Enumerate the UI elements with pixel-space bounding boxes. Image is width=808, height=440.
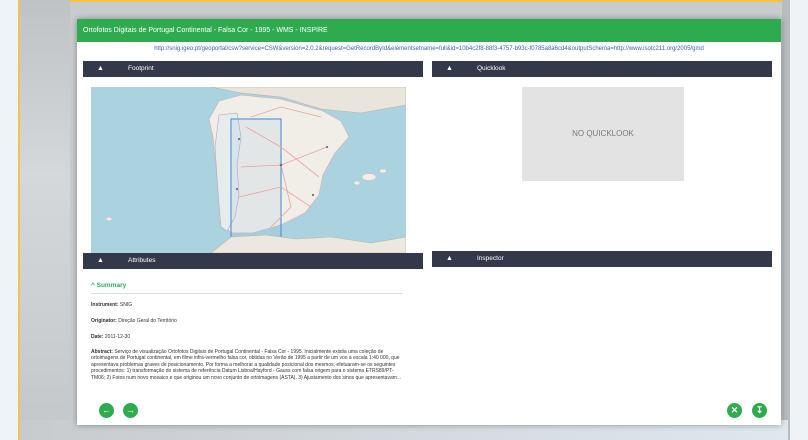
quicklook-panel-title: Quicklook bbox=[477, 65, 506, 72]
originator-value: Direção Geral do Território bbox=[118, 318, 177, 324]
next-button[interactable]: → bbox=[123, 403, 138, 418]
metadata-modal: Ortofotos Digitais de Portugal Continent… bbox=[77, 19, 781, 425]
inspector-panel-title: Inspector bbox=[477, 255, 504, 262]
chevron-up-icon: ▲ bbox=[446, 65, 453, 72]
abstract-row: Abstract: Serviço de visualização Ortofo… bbox=[91, 349, 403, 381]
summary-title: Summary bbox=[96, 282, 127, 289]
previous-button[interactable]: ← bbox=[99, 403, 114, 418]
metadata-url-link[interactable]: http://snig.igeo.pt/geoportal/csw?servic… bbox=[77, 44, 781, 54]
chevron-up-icon: ▲ bbox=[97, 257, 104, 264]
modal-title: Ortofotos Digitais de Portugal Continent… bbox=[83, 27, 328, 34]
abstract-text: Serviço de visualização Ortofotos Digita… bbox=[91, 349, 402, 381]
quicklook-placeholder: NO QUICKLOOK bbox=[522, 87, 684, 181]
attributes-content: ^ Summary Instrument: SNIG Originator: D… bbox=[91, 269, 411, 391]
originator-row: Originator: Direção Geral do Território bbox=[91, 318, 177, 324]
instrument-row: Instrument: SNIG bbox=[91, 302, 132, 308]
attributes-panel-title: Attributes bbox=[128, 257, 156, 264]
attributes-panel-header[interactable]: ▲ Attributes bbox=[83, 253, 423, 269]
footprint-map[interactable] bbox=[91, 87, 406, 253]
date-value: 2011-12-30 bbox=[104, 334, 131, 340]
inspector-panel-header[interactable]: ▲ Inspector bbox=[432, 251, 772, 267]
chevron-up-icon: ▲ bbox=[446, 255, 453, 262]
date-label: Date: bbox=[91, 334, 104, 340]
quicklook-panel-header[interactable]: ▲ Quicklook bbox=[432, 61, 772, 77]
arrow-right-icon: → bbox=[126, 405, 135, 415]
background-map-left bbox=[20, 0, 70, 440]
date-row: Date: 2011-12-30 bbox=[91, 334, 130, 340]
arrow-left-icon: ← bbox=[102, 405, 111, 415]
footprint-panel-header[interactable]: ▲ Footprint bbox=[83, 61, 423, 77]
chevron-up-icon: ▲ bbox=[97, 65, 104, 72]
footprint-panel-title: Footprint bbox=[128, 65, 154, 72]
modal-header: Ortofotos Digitais de Portugal Continent… bbox=[77, 19, 781, 42]
close-icon: ✕ bbox=[730, 405, 739, 415]
download-button[interactable]: ↧ bbox=[752, 403, 767, 418]
abstract-label: Abstract: bbox=[91, 349, 113, 355]
download-icon: ↧ bbox=[755, 405, 764, 415]
close-button[interactable]: ✕ bbox=[727, 403, 742, 418]
instrument-label: Instrument: bbox=[91, 302, 119, 308]
chevron-up-icon: ^ bbox=[91, 282, 95, 289]
instrument-value: SNIG bbox=[119, 302, 133, 308]
divider bbox=[91, 293, 403, 294]
background-map-right bbox=[782, 0, 790, 440]
originator-label: Originator: bbox=[91, 318, 117, 324]
summary-toggle[interactable]: ^ Summary bbox=[91, 282, 126, 289]
iberia-map-svg bbox=[91, 87, 406, 253]
